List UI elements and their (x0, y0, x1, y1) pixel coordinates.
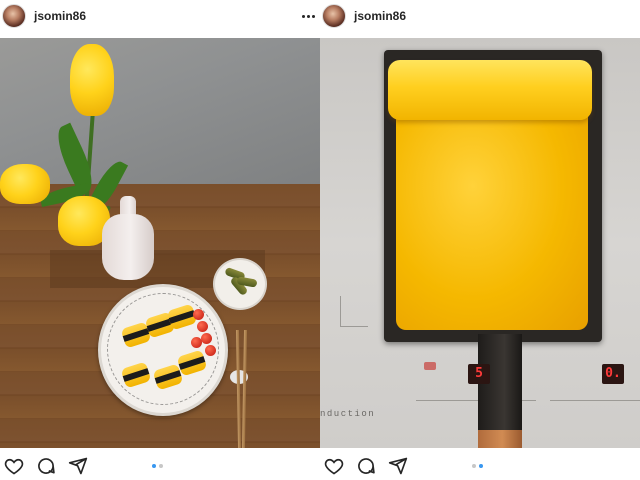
carousel-dot (159, 464, 163, 468)
cherry-tomato (197, 321, 208, 332)
cherry-tomato (205, 345, 216, 356)
share-icon[interactable] (68, 456, 88, 476)
vase (102, 196, 154, 280)
cooktop-brand-text: nduction (320, 409, 376, 419)
share-icon[interactable] (388, 456, 408, 476)
photo-wall (0, 38, 320, 184)
username[interactable]: jsomin86 (34, 9, 86, 23)
heart-icon[interactable] (4, 456, 24, 476)
carousel-dot (472, 464, 476, 468)
tulip-flower (0, 164, 50, 204)
egg-roll (388, 60, 592, 120)
carousel-indicator (472, 464, 483, 468)
carousel-dot (152, 464, 156, 468)
cherry-tomato (191, 337, 202, 348)
plate (98, 284, 228, 416)
pan-handle-wood (478, 430, 522, 448)
more-options-icon[interactable] (302, 9, 316, 23)
carousel-indicator (152, 464, 163, 468)
cooktop-display: 0. (602, 364, 624, 384)
cooktop-indicator (424, 362, 436, 370)
frying-pan (384, 50, 602, 342)
side-dish (213, 258, 267, 310)
post-card-1: jsomin86 (0, 0, 320, 480)
carousel-dot (479, 464, 483, 468)
avatar[interactable] (2, 4, 26, 28)
comment-icon[interactable] (36, 456, 56, 476)
post-photo[interactable] (0, 38, 320, 448)
cherry-tomato (193, 309, 204, 320)
cooktop-display: 5 (468, 364, 490, 384)
heart-icon[interactable] (324, 456, 344, 476)
egg-mixture (396, 90, 588, 330)
tulip-flower (70, 44, 114, 116)
action-bar (0, 452, 320, 480)
post-card-2: jsomin86 5 0. nduction (320, 0, 640, 480)
post-header: jsomin86 (320, 0, 640, 34)
post-photo[interactable]: 5 0. nduction (320, 38, 640, 448)
comment-icon[interactable] (356, 456, 376, 476)
cherry-tomato (201, 333, 212, 344)
action-bar (320, 452, 640, 480)
avatar[interactable] (322, 4, 346, 28)
post-header: jsomin86 (0, 0, 320, 34)
username[interactable]: jsomin86 (354, 9, 406, 23)
